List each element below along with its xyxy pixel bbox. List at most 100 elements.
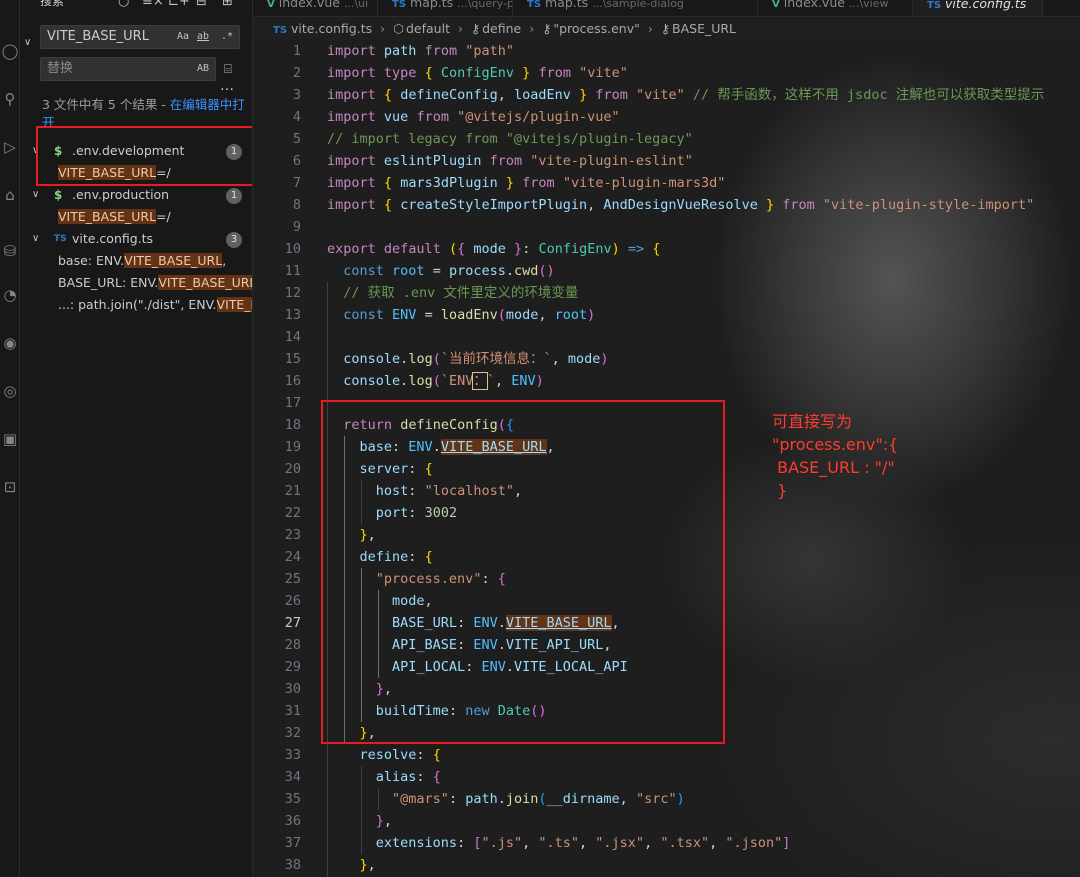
chevron-down-icon[interactable]: ∨ <box>32 140 39 162</box>
preserve-case-toggle[interactable]: AB <box>197 58 209 80</box>
replace-input[interactable]: 替换 AB <box>40 57 216 81</box>
chevron-right-icon: › <box>457 21 463 36</box>
breadcrumb-symbol[interactable]: define <box>482 21 521 36</box>
code-line[interactable]: BASE_URL: ENV.VITE_BASE_URL, <box>327 612 1044 634</box>
code-line[interactable]: import vue from "@vitejs/plugin-vue" <box>327 106 1044 128</box>
run-debug-icon[interactable]: ⚲ <box>0 88 20 110</box>
match-suffix: =/ <box>156 209 171 224</box>
breadcrumb-symbol[interactable]: default <box>406 21 450 36</box>
tab-map-ts-query-poi[interactable]: TSmap.ts...\query-poi <box>378 0 513 16</box>
code-line[interactable]: console.log(`ENV：`, ENV) <box>327 370 1044 392</box>
docker-icon[interactable]: ⊡ <box>0 476 20 498</box>
breadcrumb-symbol[interactable]: "process.env" <box>553 21 640 36</box>
code-line[interactable]: import eslintPlugin from "vite-plugin-es… <box>327 150 1044 172</box>
tab-index-vue-view[interactable]: Vindex.vue ...\view <box>758 0 913 16</box>
use-regex-toggle[interactable]: .* <box>221 26 233 48</box>
tab-label: index.vue <box>783 0 845 10</box>
breadcrumb-file[interactable]: vite.config.ts <box>291 21 372 36</box>
match-case-toggle[interactable]: Aa <box>177 26 189 48</box>
tab-path: ...\query-poi <box>457 0 513 10</box>
timeline-icon[interactable]: ◉ <box>0 332 20 354</box>
refresh-icon[interactable]: ○ <box>118 0 129 9</box>
account-icon[interactable]: ◎ <box>0 380 20 402</box>
code-line[interactable]: }, <box>327 722 1044 744</box>
code-line[interactable]: host: "localhost", <box>327 480 1044 502</box>
extensions-icon[interactable]: ▷ <box>0 136 20 158</box>
code-line[interactable]: "process.env": { <box>327 568 1044 590</box>
result-match-row[interactable]: ...: path.join("./dist", ENV.VITE_B... <box>58 294 252 316</box>
code-line[interactable]: base: ENV.VITE_BASE_URL, <box>327 436 1044 458</box>
code-line[interactable]: // import legacy from "@vitejs/plugin-le… <box>327 128 1044 150</box>
chevron-down-icon[interactable]: ∨ <box>32 228 39 250</box>
code-line[interactable]: console.log(`当前环境信息：`, mode) <box>327 348 1044 370</box>
result-file-row[interactable]: ∨ TS vite.config.ts 3 <box>32 228 250 250</box>
tab-map-ts-sample-dialog[interactable]: TS map.ts ...\sample-dialog <box>513 0 758 16</box>
clear-results-icon[interactable]: ≡× <box>142 0 164 9</box>
tab-vite-config-ts[interactable]: TS vite.config.ts <box>913 0 1043 16</box>
match-suffix: =/ <box>156 165 171 180</box>
code-line[interactable]: import path from "path" <box>327 40 1044 62</box>
code-line[interactable]: API_BASE: ENV.VITE_API_URL, <box>327 634 1044 656</box>
more-options-icon[interactable]: … <box>220 78 235 94</box>
match-count-badge: 1 <box>226 144 242 160</box>
code-line[interactable]: import { defineConfig, loadEnv } from "v… <box>327 84 1044 106</box>
code-line[interactable]: define: { <box>327 546 1044 568</box>
package-icon[interactable]: ▣ <box>0 428 20 450</box>
annotation-text: 可直接写为 "process.env":{ BASE_URL : "/" } <box>772 412 899 500</box>
code-line[interactable]: }, <box>327 678 1044 700</box>
code-line[interactable]: }, <box>327 524 1044 546</box>
result-file-row[interactable]: ∨ $ .env.production 1 <box>32 184 250 206</box>
line-number: 22 <box>284 505 301 521</box>
result-match-row[interactable]: VITE_BASE_URL=/ <box>58 162 252 184</box>
code-line[interactable]: resolve: { <box>327 744 1044 766</box>
typescript-file-icon: TS <box>54 234 67 244</box>
replace-all-icon[interactable]: ⌸ <box>224 62 232 77</box>
match-whole-word-toggle[interactable]: ab <box>197 26 209 48</box>
code-line[interactable]: const root = process.cwd() <box>327 260 1044 282</box>
line-number: 4 <box>292 109 301 125</box>
result-summary: 3 文件中有 5 个结果 - 在编辑器中打开 <box>42 96 247 132</box>
code-line[interactable]: port: 3002 <box>327 502 1044 524</box>
match-highlight: VITE_B... <box>216 297 252 312</box>
code-line[interactable]: }, <box>327 810 1044 832</box>
code-line[interactable]: return defineConfig({ <box>327 414 1044 436</box>
result-match-row[interactable]: base: ENV.VITE_BASE_URL, <box>58 250 252 272</box>
code-line[interactable]: import type { ConfigEnv } from "vite" <box>327 62 1044 84</box>
code-line[interactable]: const ENV = loadEnv(mode, root) <box>327 304 1044 326</box>
search-input[interactable]: VITE_BASE_URL Aa ab .* <box>40 25 240 49</box>
code-line[interactable]: buildTime: new Date() <box>327 700 1044 722</box>
code-editor[interactable]: 1 2 3 4 5 6 7 8 9 10 11 12 13 14 15 16 17 18 19 20 21 22 23 24 2… <box>253 40 1080 877</box>
chevron-down-icon[interactable]: ∨ <box>24 37 31 48</box>
code-line[interactable]: mode, <box>327 590 1044 612</box>
chevron-down-icon[interactable]: ∨ <box>32 184 39 206</box>
tab-index-vue-ui[interactable]: Vindex.vue ...\ui <box>253 0 378 16</box>
source-control-icon[interactable]: ◯ <box>0 40 20 62</box>
code-line[interactable]: alias: { <box>327 766 1044 788</box>
code-line[interactable] <box>327 326 1044 348</box>
code-line[interactable] <box>327 392 1044 414</box>
code-line[interactable]: "@mars": path.join(__dirname, "src") <box>327 788 1044 810</box>
code-content[interactable]: import path from "path" import type { Con… <box>327 40 1044 876</box>
code-line[interactable]: extensions: [".js", ".ts", ".jsx", ".tsx… <box>327 832 1044 854</box>
code-line[interactable] <box>327 216 1044 238</box>
new-search-editor-icon[interactable]: ⊏+ <box>168 0 190 9</box>
code-line[interactable]: import { mars3dPlugin } from "vite-plugi… <box>327 172 1044 194</box>
puzzle-icon[interactable]: ◔ <box>0 284 20 306</box>
code-line[interactable]: }, <box>327 854 1044 876</box>
result-match-row[interactable]: VITE_BASE_URL=/ <box>58 206 252 228</box>
code-line[interactable]: API_LOCAL: ENV.VITE_LOCAL_API <box>327 656 1044 678</box>
collapse-all-icon[interactable]: ⊟ <box>196 0 207 9</box>
result-match-row[interactable]: BASE_URL: ENV.VITE_BASE_URL, <box>58 272 252 294</box>
remote-icon[interactable]: ⌂ <box>0 184 20 206</box>
code-line[interactable]: import { createStyleImportPlugin, AndDes… <box>327 194 1044 216</box>
code-line[interactable]: // 获取 .env 文件里定义的环境变量 <box>327 282 1044 304</box>
code-line[interactable]: server: { <box>327 458 1044 480</box>
breadcrumb: TS vite.config.ts › ⬡ default › ⚷ define › … <box>253 18 1080 40</box>
database-icon[interactable]: ⛁ <box>0 240 20 262</box>
breadcrumb-symbol[interactable]: BASE_URL <box>672 21 736 36</box>
match-count-badge: 1 <box>226 188 242 204</box>
tab-path: ...\view <box>848 0 889 10</box>
result-file-row[interactable]: ∨ $ .env.development 1 <box>32 140 250 162</box>
code-line[interactable]: export default ({ mode }: ConfigEnv) => … <box>327 238 1044 260</box>
view-as-tree-icon[interactable]: ⊞ <box>222 0 233 9</box>
